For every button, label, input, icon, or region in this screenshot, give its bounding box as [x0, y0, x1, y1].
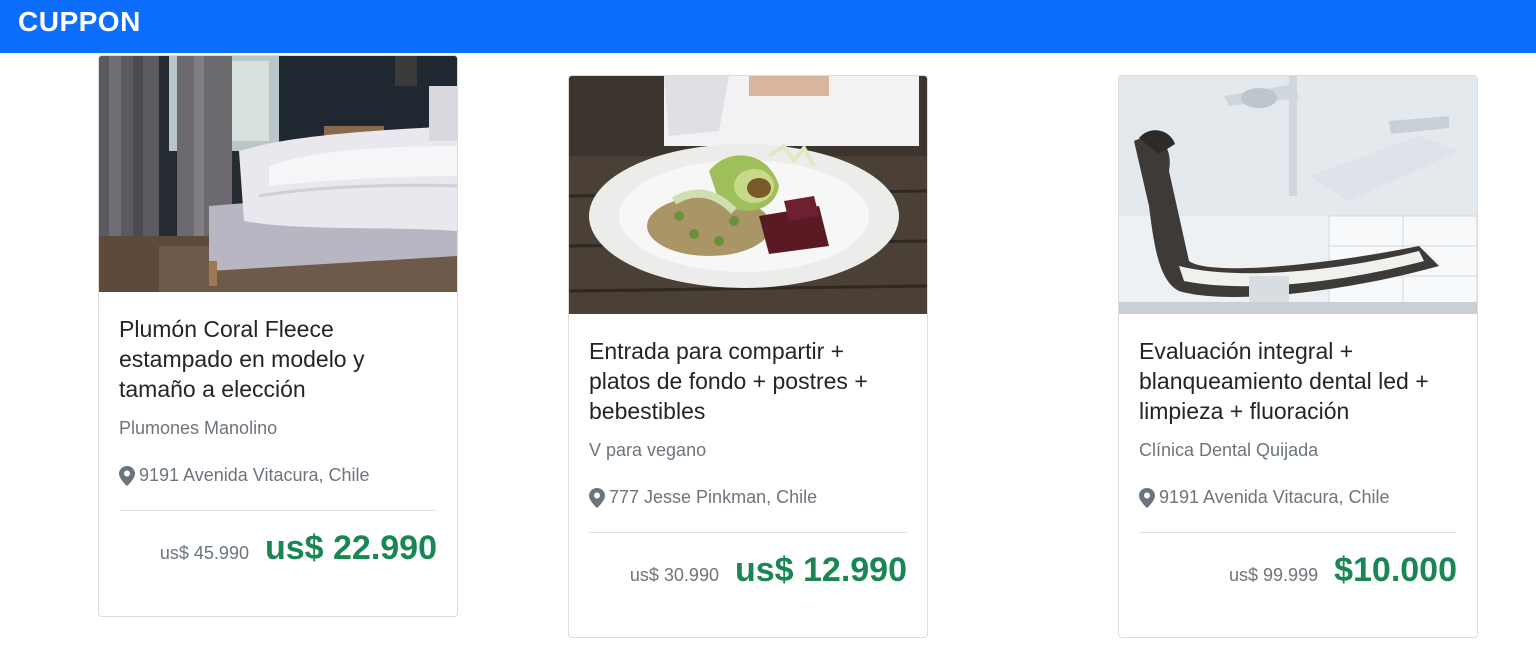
- bedroom-photo: [99, 56, 457, 292]
- dental-chair-photo: [1119, 76, 1477, 314]
- card-seller: Clínica Dental Quijada: [1139, 440, 1319, 460]
- card-location-text: 777 Jesse Pinkman, Chile: [609, 487, 818, 507]
- card-title[interactable]: Evaluación integral + blanqueamiento den…: [1139, 336, 1457, 426]
- navbar: CUPPON: [0, 0, 1536, 53]
- price-new: us$ 22.990: [264, 529, 437, 567]
- price-old: us$ 30.990: [629, 565, 719, 585]
- card-location-text: 9191 Avenida Vitacura, Chile: [1159, 487, 1390, 507]
- card-location: 9191 Avenida Vitacura, Chile: [119, 465, 437, 486]
- price-new: $10.000: [1334, 551, 1457, 589]
- vegan-dish-photo: [569, 76, 927, 314]
- price-new: us$ 12.990: [734, 551, 907, 589]
- card-location-text: 9191 Avenida Vitacura, Chile: [139, 465, 370, 485]
- map-pin-icon: [119, 465, 135, 486]
- card-title[interactable]: Plumón Coral Fleece estampado en modelo …: [119, 314, 437, 404]
- price-row: us$ 99.999 $10.000: [1139, 533, 1457, 635]
- coupon-card-2[interactable]: Entrada para compartir + platos de fondo…: [568, 75, 928, 638]
- card-title[interactable]: Entrada para compartir + platos de fondo…: [589, 336, 907, 426]
- card-seller: V para vegano: [589, 440, 707, 460]
- brand-logo[interactable]: CUPPON: [18, 6, 141, 38]
- card-seller: Plumones Manolino: [119, 418, 278, 438]
- map-pin-icon: [589, 487, 605, 508]
- price-old: us$ 99.999: [1229, 565, 1319, 585]
- card-location: 9191 Avenida Vitacura, Chile: [1139, 487, 1457, 508]
- card-location: 777 Jesse Pinkman, Chile: [589, 487, 907, 508]
- coupon-card-1[interactable]: Plumón Coral Fleece estampado en modelo …: [98, 55, 458, 617]
- map-pin-icon: [1139, 487, 1155, 508]
- price-old: us$ 45.990: [159, 543, 249, 563]
- price-row: us$ 45.990 us$ 22.990: [119, 511, 437, 613]
- coupon-card-3[interactable]: Evaluación integral + blanqueamiento den…: [1118, 75, 1478, 638]
- price-row: us$ 30.990 us$ 12.990: [589, 533, 907, 635]
